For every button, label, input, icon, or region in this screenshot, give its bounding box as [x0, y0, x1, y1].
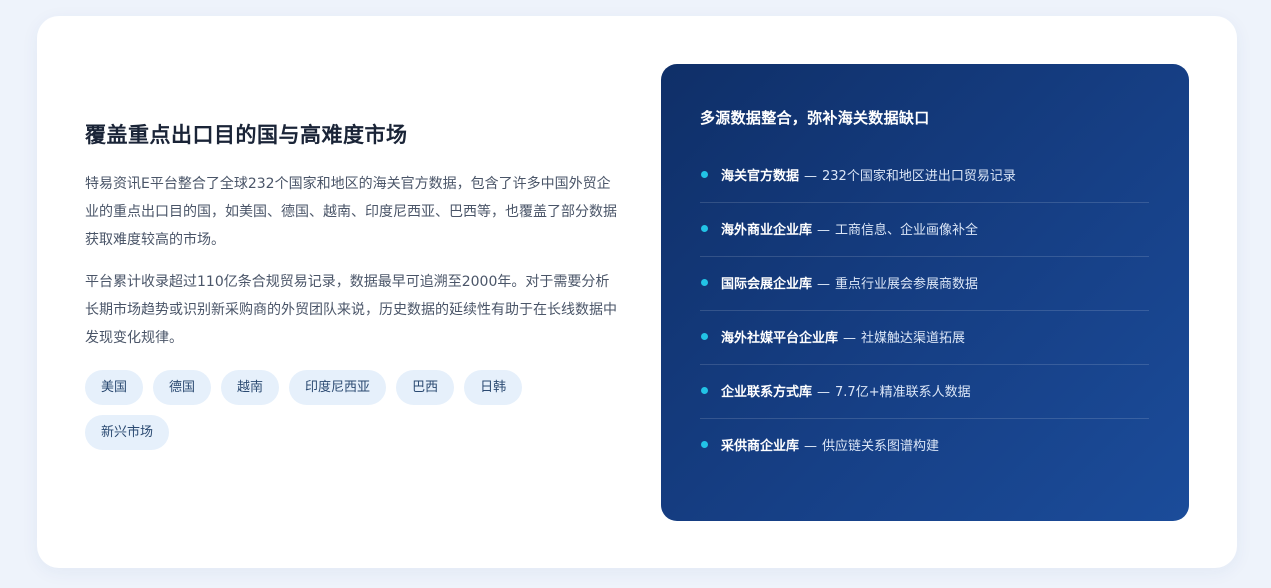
item-desc: 工商信息、企业画像补全: [835, 223, 979, 238]
content-card: 覆盖重点出口目的国与高难度市场 特易资讯E平台整合了全球232个国家和地区的海关…: [37, 16, 1237, 568]
bullet-dot-icon: [701, 387, 708, 394]
item-name: 海关官方数据: [721, 169, 800, 184]
data-source-list: 海关官方数据 — 232个国家和地区进出口贸易记录 海外商业企业库 — 工商信息、企业画…: [700, 165, 1149, 473]
bullet-dot-icon: [701, 441, 708, 448]
tag-japan-korea[interactable]: 日韩: [464, 370, 523, 405]
item-name: 采供商企业库: [721, 439, 800, 454]
item-desc: 重点行业展会参展商数据: [835, 277, 979, 292]
market-coverage-section: 覆盖重点出口目的国与高难度市场 特易资讯E平台整合了全球232个国家和地区的海关…: [85, 120, 617, 450]
tag-brazil[interactable]: 巴西: [396, 370, 455, 405]
market-tags: 美国 德国 越南 印度尼西亚 巴西 日韩 新兴市场: [85, 370, 565, 450]
section-title: 覆盖重点出口目的国与高难度市场: [85, 123, 408, 147]
item-separator: —: [817, 223, 831, 238]
list-item: 海关官方数据 — 232个国家和地区进出口贸易记录: [700, 165, 1149, 203]
bullet-dot-icon: [701, 333, 708, 340]
paragraph-coverage: 特易资讯E平台整合了全球232个国家和地区的海关官方数据，包含了许多中国外贸企业…: [85, 176, 617, 248]
item-desc: 7.7亿+精准联系人数据: [835, 385, 971, 400]
item-separator: —: [804, 169, 818, 184]
item-separator: —: [817, 385, 831, 400]
paragraph-history: 平台累计收录超过110亿条合规贸易记录，数据最早可追溯至2000年。对于需要分析…: [85, 274, 617, 346]
bullet-dot-icon: [701, 279, 708, 286]
item-name: 企业联系方式库: [721, 385, 813, 400]
tag-vietnam[interactable]: 越南: [221, 370, 280, 405]
item-name: 海外社媒平台企业库: [721, 331, 839, 346]
list-item: 海外社媒平台企业库 — 社媒触达渠道拓展: [700, 311, 1149, 365]
list-item: 企业联系方式库 — 7.7亿+精准联系人数据: [700, 365, 1149, 419]
tag-usa[interactable]: 美国: [85, 370, 144, 405]
list-item: 海外商业企业库 — 工商信息、企业画像补全: [700, 203, 1149, 257]
item-separator: —: [817, 277, 831, 292]
bullet-dot-icon: [701, 171, 708, 178]
list-item: 采供商企业库 — 供应链关系图谱构建: [700, 419, 1149, 473]
tag-germany[interactable]: 德国: [153, 370, 212, 405]
list-item: 国际会展企业库 — 重点行业展会参展商数据: [700, 257, 1149, 311]
panel-title: 多源数据整合，弥补海关数据缺口: [700, 109, 930, 127]
item-name: 国际会展企业库: [721, 277, 813, 292]
tag-indonesia[interactable]: 印度尼西亚: [289, 370, 387, 405]
item-name: 海外商业企业库: [721, 223, 813, 238]
item-desc: 232个国家和地区进出口贸易记录: [822, 169, 1016, 184]
bullet-dot-icon: [701, 225, 708, 232]
item-separator: —: [843, 331, 857, 346]
data-sources-panel: 多源数据整合，弥补海关数据缺口 海关官方数据 — 232个国家和地区进出口贸易记录 …: [661, 64, 1189, 521]
item-desc: 供应链关系图谱构建: [822, 439, 940, 454]
item-separator: —: [804, 439, 818, 454]
item-desc: 社媒触达渠道拓展: [861, 331, 966, 346]
tag-emerging-markets[interactable]: 新兴市场: [85, 415, 170, 450]
